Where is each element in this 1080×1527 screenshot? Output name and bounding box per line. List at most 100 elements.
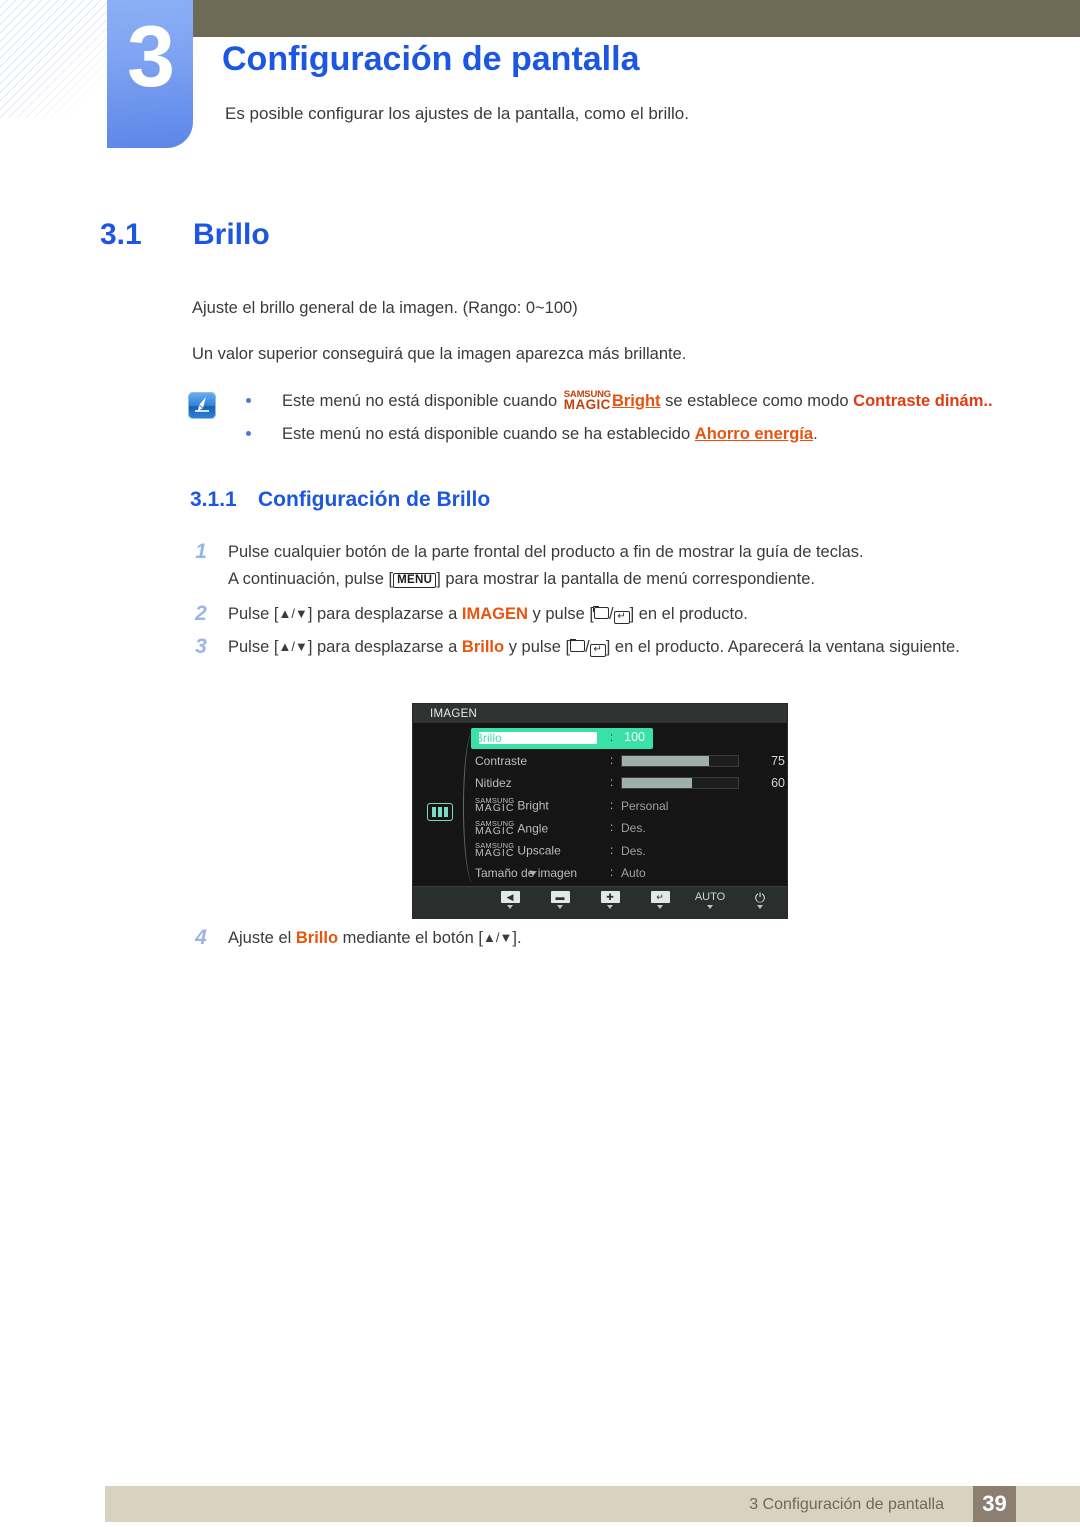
up-down-arrow-icon: ▲/▼ [278,606,308,621]
note-2-text-before: Este menú no está disponible cuando se h… [282,424,691,443]
step-3-a: Pulse [ [228,638,279,656]
osd-row[interactable]: SAMSUNG MAGIC Angle: Des. [475,817,785,840]
samsung-magic-logo: SAMSUNG MAGIC [475,818,515,837]
step-1-line-1: Pulse cualquier botón de la parte fronta… [228,543,864,561]
plus-icon: ✚ [600,891,620,903]
step-2-b: ] para desplazarse a [307,605,458,623]
osd-row-value: Auto [621,866,646,881]
step-3-target: Brillo [461,638,505,656]
chevron-down-icon [507,905,513,909]
osd-slider-fill [622,755,709,766]
step-4-index: 4 [195,926,207,949]
section-title: Brillo [193,218,270,251]
osd-footer-button[interactable]: ◀ [495,891,525,909]
chevron-down-icon [657,905,663,909]
osd-row-value: Des. [621,821,646,836]
chapter-subtitle: Es posible configurar los ajustes de la … [225,104,689,123]
step-4-a: Ajuste el [228,929,292,947]
osd-row-colon: : [610,844,614,857]
osd-footer-button[interactable]: ⏻ [745,891,775,909]
osd-footer-button[interactable]: ✚ [595,891,625,909]
note-1-text-before: Este menú no está disponible cuando [282,392,558,410]
osd-menu-rows: 100 Brillo: Contraste: 75 Nitidez: 60 SAMSUNG M… [471,727,785,885]
chapter-number-tab: 3 [107,0,193,148]
osd-row-label: SAMSUNG MAGIC Bright [475,796,549,815]
page-number: 39 [973,1486,1016,1522]
enter-key-icon: ↵ [613,611,630,624]
osd-row-colon: : [610,867,614,880]
step-3-b: ] para desplazarse a [307,638,458,656]
note-item-2: Este menú no está disponible cuando se h… [240,424,1030,445]
osd-row[interactable]: Nitidez: 60 [475,772,785,795]
osd-row[interactable]: Tamaño de imagen: Auto [475,862,785,885]
osd-footer-buttons: ◀ ▬ ✚ ↵ AUTO ⏻ [413,886,787,918]
osd-footer-button[interactable]: AUTO [695,891,725,909]
menu-key: MENU [393,572,437,588]
osd-row-colon: : [610,754,614,767]
osd-slider-track[interactable] [621,777,739,790]
note-2-text-after: . [813,424,818,443]
osd-row-label: Brillo [475,731,502,746]
step-1-line-2-after: ] para mostrar la pantalla de menú corre… [436,569,815,588]
subsection-heading: 3.1.1 Configuración de Brillo [190,488,490,512]
step-4-target: Brillo [295,929,339,947]
source-key-icon [593,606,609,619]
subsection-title: Configuración de Brillo [258,488,491,511]
step-3-c: y pulse [ [508,638,571,656]
osd-row-label: SAMSUNG MAGIC Upscale [475,841,561,860]
osd-row-colon: : [610,777,614,790]
step-2-d: ] en el producto. [629,605,748,623]
osd-row-label: Nitidez [475,776,512,791]
osd-row-label: Contraste [475,753,528,768]
chevron-down-icon [557,905,563,909]
osd-footer-button[interactable]: ↵ [645,891,675,909]
osd-row[interactable]: Contraste: 75 [475,750,785,773]
step-1-line-2-before: A continuación, pulse [ [228,569,394,588]
source-key-icon [569,639,586,652]
chevron-down-icon [707,905,713,909]
step-1: 1 Pulse cualquier botón de la parte fron… [195,539,988,592]
step-4-c: ]. [512,929,522,947]
magic-bottom-text: MAGIC [563,397,611,412]
osd-footer-button[interactable]: ▬ [545,891,575,909]
step-3-d: ] en el producto. Aparecerá la ventana s… [605,638,960,656]
step-2-a: Pulse [ [228,605,279,623]
chapter-number: 3 [127,9,175,105]
samsung-magic-logo: SAMSUNG MAGIC [475,796,515,815]
osd-row-label: SAMSUNG MAGIC Angle [475,818,549,837]
step-3: 3 Pulse [▲/▼] para desplazarse a Brillo … [195,634,973,661]
osd-row[interactable]: 100 Brillo: [471,727,785,750]
osd-row-value: Des. [621,843,646,858]
footer-chapter-text: 3 Configuración de pantalla [749,1496,944,1513]
osd-title: IMAGEN [413,704,787,723]
power-icon: ⏻ [754,889,766,905]
bullet-icon [246,430,251,436]
osd-row-label: Tamaño de imagen [475,866,578,881]
chevron-down-icon [757,905,763,909]
osd-row[interactable]: SAMSUNG MAGIC Bright: Personal [475,795,785,818]
step-4-b: mediante el botón [ [342,929,484,947]
osd-row[interactable]: SAMSUNG MAGIC Upscale: Des. [475,840,785,863]
enter-icon: ↵ [650,891,670,903]
auto-label: AUTO [694,890,726,903]
step-1-index: 1 [195,540,207,563]
note-item-1: Este menú no está disponible cuando SAMS… [240,390,1030,412]
corner-hatch-decoration [0,0,118,118]
minus-icon: ▬ [550,891,570,903]
osd-slider-value: 75 [771,753,785,768]
osd-row-value: Personal [621,798,669,813]
chapter-header-bar [193,0,1080,37]
osd-slider-track[interactable] [621,754,739,767]
note-2-link: Ahorro energía [694,424,814,443]
step-2-target: IMAGEN [461,605,528,623]
back-arrow-icon: ◀ [500,891,520,903]
step-3-index: 3 [195,635,207,658]
note-1-text-mid: se establece como modo [665,392,849,410]
section-number: 3.1 [100,218,142,251]
osd-row-colon: : [610,732,614,745]
up-down-arrow-icon: ▲/▼ [483,930,513,945]
samsung-magic-logo: SAMSUNG MAGIC [563,390,611,412]
chapter-title: Configuración de pantalla [222,40,640,78]
note-1-bright: Bright [611,392,661,410]
samsung-magic-logo: SAMSUNG MAGIC [475,841,515,860]
